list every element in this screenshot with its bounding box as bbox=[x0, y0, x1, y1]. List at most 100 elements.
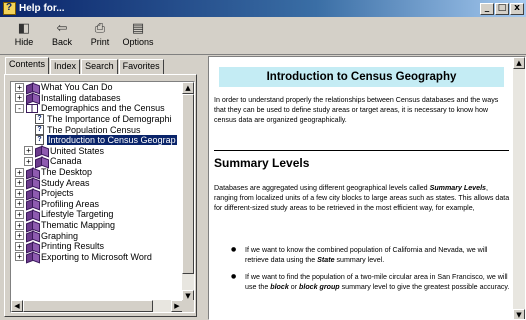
tree-list: + What You Can Do + Installing databases - De… bbox=[11, 82, 183, 302]
tab-search[interactable]: Search bbox=[81, 59, 118, 74]
expand-icon[interactable]: + bbox=[15, 209, 24, 219]
tree-item-label: Printing Results bbox=[41, 241, 105, 252]
expand-icon[interactable]: + bbox=[15, 199, 24, 209]
tree-item[interactable]: + Graphing bbox=[11, 230, 183, 241]
tree-item[interactable]: ? The Population Census bbox=[11, 124, 183, 135]
tree-item[interactable]: ? The Importance of Demographi bbox=[11, 114, 183, 125]
tree-item[interactable]: + Installing databases bbox=[11, 93, 183, 104]
tree-item[interactable]: - Demographics and the Census bbox=[11, 103, 183, 114]
tree-item[interactable]: + What You Can Do bbox=[11, 82, 183, 93]
book-icon bbox=[26, 189, 38, 198]
tree-item[interactable]: + Exporting to Microsoft Word bbox=[11, 252, 183, 263]
book-icon bbox=[26, 210, 38, 219]
tree-vertical-scrollbar[interactable]: ▲ ▼ bbox=[182, 82, 194, 302]
topic-content-pane: Introduction to Census Geography In orde… bbox=[208, 56, 526, 320]
maximize-button[interactable]: □ bbox=[495, 2, 509, 15]
tab-favorites[interactable]: Favorites bbox=[118, 59, 164, 74]
tree-item[interactable]: + Study Areas bbox=[11, 177, 183, 188]
tab-index[interactable]: Index bbox=[50, 59, 81, 74]
tree-item[interactable]: + The Desktop bbox=[11, 167, 183, 178]
tree-item-label: Exporting to Microsoft Word bbox=[41, 251, 152, 262]
options-button[interactable]: ▤ Options bbox=[120, 17, 156, 53]
expand-icon[interactable]: + bbox=[15, 188, 24, 198]
window-title: Help for... bbox=[19, 3, 65, 14]
open-book-icon bbox=[26, 103, 38, 113]
expand-icon[interactable]: + bbox=[15, 231, 24, 241]
title-bar[interactable]: Help for... _ □ x bbox=[0, 0, 526, 17]
tree-item-label: Installing databases bbox=[41, 92, 121, 103]
tree-item[interactable]: + Printing Results bbox=[11, 241, 183, 252]
book-icon bbox=[26, 231, 38, 240]
collapse-icon[interactable]: - bbox=[15, 103, 24, 113]
summary-levels-paragraph: Databases are aggregated using different… bbox=[214, 184, 510, 212]
print-button[interactable]: ⎙ Print bbox=[82, 17, 118, 53]
back-button[interactable]: ⇦ Back bbox=[44, 17, 80, 53]
book-icon bbox=[26, 93, 38, 102]
toolbar: ◧ Hide ⇦ Back ⎙ Print ▤ Options bbox=[0, 17, 526, 55]
help-page-icon: ? bbox=[35, 124, 44, 135]
tree-item-label: Study Areas bbox=[41, 177, 90, 188]
book-icon bbox=[26, 199, 38, 208]
book-icon bbox=[26, 83, 38, 92]
expand-icon[interactable]: + bbox=[15, 241, 24, 251]
expand-icon[interactable]: + bbox=[24, 146, 33, 156]
list-item: If we want to find the population of a t… bbox=[231, 272, 513, 292]
tree-item-label: Lifestyle Targeting bbox=[41, 209, 114, 220]
example-list: If we want to know the combined populati… bbox=[231, 245, 513, 299]
hide-icon: ◧ bbox=[17, 20, 31, 36]
contents-tree[interactable]: + What You Can Do + Installing databases - De… bbox=[10, 81, 195, 313]
expand-icon[interactable]: + bbox=[15, 220, 24, 230]
tree-item-label: Profiling Areas bbox=[41, 198, 100, 209]
book-icon bbox=[26, 168, 38, 177]
tree-item[interactable]: + Profiling Areas bbox=[11, 199, 183, 210]
hide-button[interactable]: ◧ Hide bbox=[6, 17, 42, 53]
expand-icon[interactable]: + bbox=[15, 252, 24, 262]
back-label: Back bbox=[51, 37, 72, 47]
scrollbar-corner bbox=[182, 300, 194, 312]
help-page-icon: ? bbox=[35, 135, 44, 146]
expand-icon[interactable]: + bbox=[15, 178, 24, 188]
tree-item[interactable]: ? Introduction to Census Geograp bbox=[11, 135, 183, 146]
expand-icon[interactable]: + bbox=[24, 156, 33, 166]
tree-item-label: Projects bbox=[41, 188, 74, 199]
close-button[interactable]: x bbox=[510, 2, 524, 15]
tree-item-label: Introduction to Census Geograp bbox=[47, 135, 177, 146]
topic-title: Introduction to Census Geography bbox=[219, 67, 504, 87]
tree-horizontal-scrollbar[interactable]: ◀ ▶ bbox=[11, 300, 183, 312]
intro-paragraph: In order to understand properly the rela… bbox=[214, 96, 499, 124]
printer-icon: ⎙ bbox=[94, 20, 106, 36]
tree-item[interactable]: + United States bbox=[11, 146, 183, 157]
tree-item-label: Thematic Mapping bbox=[41, 220, 116, 231]
help-page-icon: ? bbox=[35, 114, 44, 125]
horizontal-scroll-thumb[interactable] bbox=[23, 300, 153, 312]
expand-icon[interactable]: + bbox=[15, 82, 24, 92]
list-item: If we want to know the combined populati… bbox=[231, 245, 513, 265]
book-icon bbox=[35, 146, 47, 155]
minimize-button[interactable]: _ bbox=[480, 2, 494, 15]
tree-item-label: What You Can Do bbox=[41, 82, 113, 93]
tree-item[interactable]: + Thematic Mapping bbox=[11, 220, 183, 231]
nav-tabs: Contents Index Search Favorites bbox=[5, 57, 165, 75]
hide-label: Hide bbox=[14, 37, 34, 47]
book-icon bbox=[26, 178, 38, 187]
tree-item[interactable]: + Canada bbox=[11, 156, 183, 167]
help-app-icon bbox=[3, 2, 16, 15]
tree-item-label: The Desktop bbox=[41, 167, 93, 178]
content-vertical-scrollbar[interactable]: ▲ ▼ bbox=[513, 57, 525, 319]
tab-contents[interactable]: Contents bbox=[5, 57, 50, 74]
scroll-thumb[interactable] bbox=[182, 94, 194, 274]
tree-item-label: United States bbox=[50, 145, 105, 156]
navigation-pane: Contents Index Search Favorites + What Yo… bbox=[0, 56, 205, 320]
tree-item-label: The Importance of Demographi bbox=[47, 114, 172, 125]
contents-tab-panel: + What You Can Do + Installing databases - De… bbox=[4, 74, 197, 317]
content-scroll-down-button[interactable]: ▼ bbox=[513, 309, 525, 319]
tree-item[interactable]: + Projects bbox=[11, 188, 183, 199]
scroll-left-button[interactable]: ◀ bbox=[11, 300, 23, 312]
tree-item-label: The Population Census bbox=[47, 124, 141, 135]
scroll-up-button[interactable]: ▲ bbox=[182, 82, 194, 94]
expand-icon[interactable]: + bbox=[15, 93, 24, 103]
expand-icon[interactable]: + bbox=[15, 167, 24, 177]
tree-item-label: Graphing bbox=[41, 230, 79, 241]
tree-item[interactable]: + Lifestyle Targeting bbox=[11, 209, 183, 220]
content-scroll-up-button[interactable]: ▲ bbox=[513, 57, 525, 69]
